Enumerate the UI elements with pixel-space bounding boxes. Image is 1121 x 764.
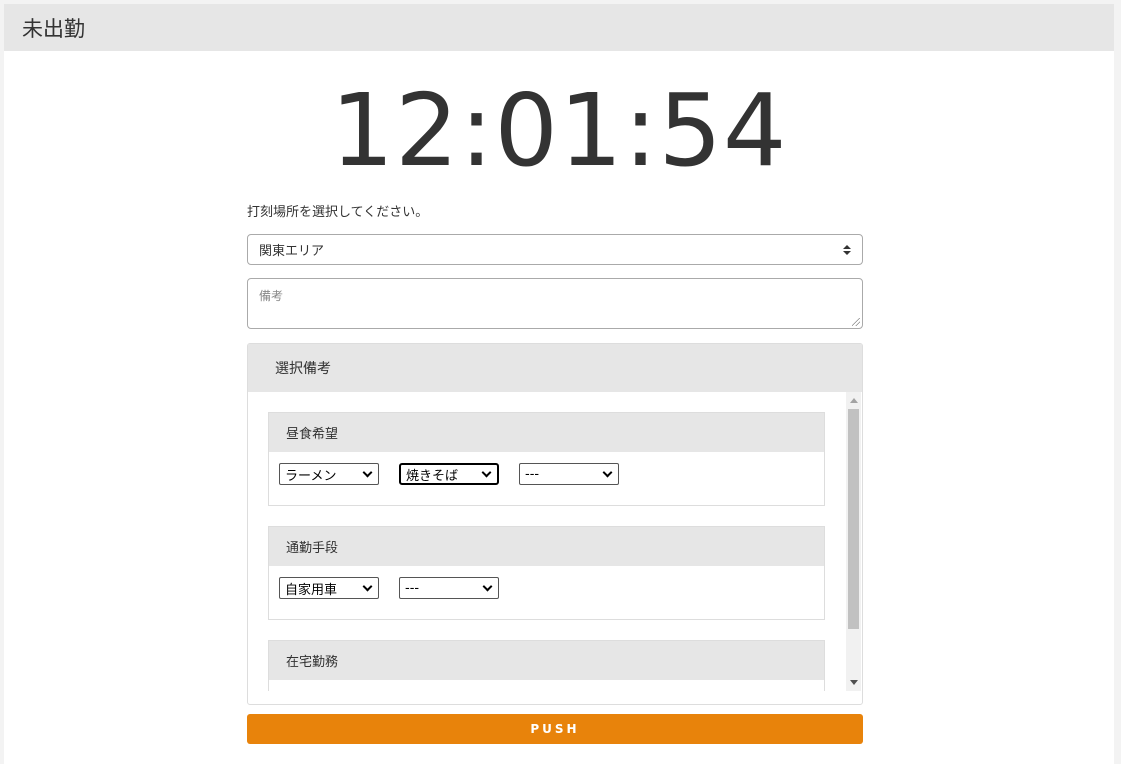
lunch-select-1[interactable]: ラーメン xyxy=(279,463,379,485)
punch-form: 打刻場所を選択してください。 関東エリア 備考 選択備考 昼食希望 ラーメン 焼… xyxy=(247,204,863,705)
panel-scrollbar[interactable] xyxy=(846,392,861,691)
lunch-select-2[interactable]: 焼きそば xyxy=(399,463,499,485)
commute-group-header: 通勤手段 xyxy=(269,527,824,566)
remote-work-group-header: 在宅勤務 xyxy=(269,641,824,680)
commute-select-1[interactable]: 自家用車 xyxy=(279,577,379,599)
lunch-group: 昼食希望 ラーメン 焼きそば --- xyxy=(268,412,825,506)
commute-select-2[interactable]: --- xyxy=(399,577,499,599)
commute-select-2-value: --- xyxy=(405,580,420,596)
chevron-down-icon xyxy=(362,467,373,477)
location-selected-value: 関東エリア xyxy=(259,244,325,259)
lunch-group-title: 昼食希望 xyxy=(286,427,339,442)
scroll-up-icon[interactable] xyxy=(850,398,858,403)
chevron-down-icon xyxy=(362,581,373,591)
scrollbar-thumb[interactable] xyxy=(848,409,859,629)
commute-group: 通勤手段 自家用車 --- xyxy=(268,526,825,620)
chevron-down-icon xyxy=(482,581,493,591)
location-label: 打刻場所を選択してください。 xyxy=(247,205,429,220)
chevron-down-icon xyxy=(602,467,613,477)
selection-remarks-title: 選択備考 xyxy=(275,361,331,377)
remarks-placeholder: 備考 xyxy=(259,289,284,303)
commute-group-title: 通勤手段 xyxy=(286,541,339,556)
resize-handle-icon[interactable] xyxy=(852,318,860,326)
remote-work-group: 在宅勤務 xyxy=(268,640,825,691)
push-button[interactable]: PUSH xyxy=(247,714,863,744)
lunch-select-3[interactable]: --- xyxy=(519,463,619,485)
lunch-group-header: 昼食希望 xyxy=(269,413,824,452)
lunch-select-1-value: ラーメン xyxy=(285,468,337,484)
status-header: 未出勤 xyxy=(4,4,1114,51)
select-arrows-icon xyxy=(843,244,851,255)
selection-remarks-header: 選択備考 xyxy=(248,344,862,392)
commute-select-1-value: 自家用車 xyxy=(285,582,338,598)
status-title: 未出勤 xyxy=(22,16,85,41)
chevron-down-icon xyxy=(481,467,492,477)
commute-selects-row: 自家用車 --- xyxy=(269,566,824,619)
remarks-textarea[interactable]: 備考 xyxy=(247,278,863,329)
remote-work-selects-row xyxy=(269,680,824,691)
clock-display: 12:01:54 xyxy=(330,72,788,189)
scroll-down-icon[interactable] xyxy=(850,680,858,685)
location-select[interactable]: 関東エリア xyxy=(247,234,863,265)
remote-work-group-title: 在宅勤務 xyxy=(286,655,339,670)
lunch-selects-row: ラーメン 焼きそば --- xyxy=(269,452,824,505)
lunch-select-3-value: --- xyxy=(525,466,540,482)
lunch-select-2-value: 焼きそば xyxy=(406,468,459,484)
selection-remarks-panel: 選択備考 昼食希望 ラーメン 焼きそば --- 通勤手段 自家用車 --- 在宅… xyxy=(247,343,863,705)
selection-remarks-scroll-area[interactable]: 昼食希望 ラーメン 焼きそば --- 通勤手段 自家用車 --- 在宅勤務 xyxy=(248,392,862,691)
